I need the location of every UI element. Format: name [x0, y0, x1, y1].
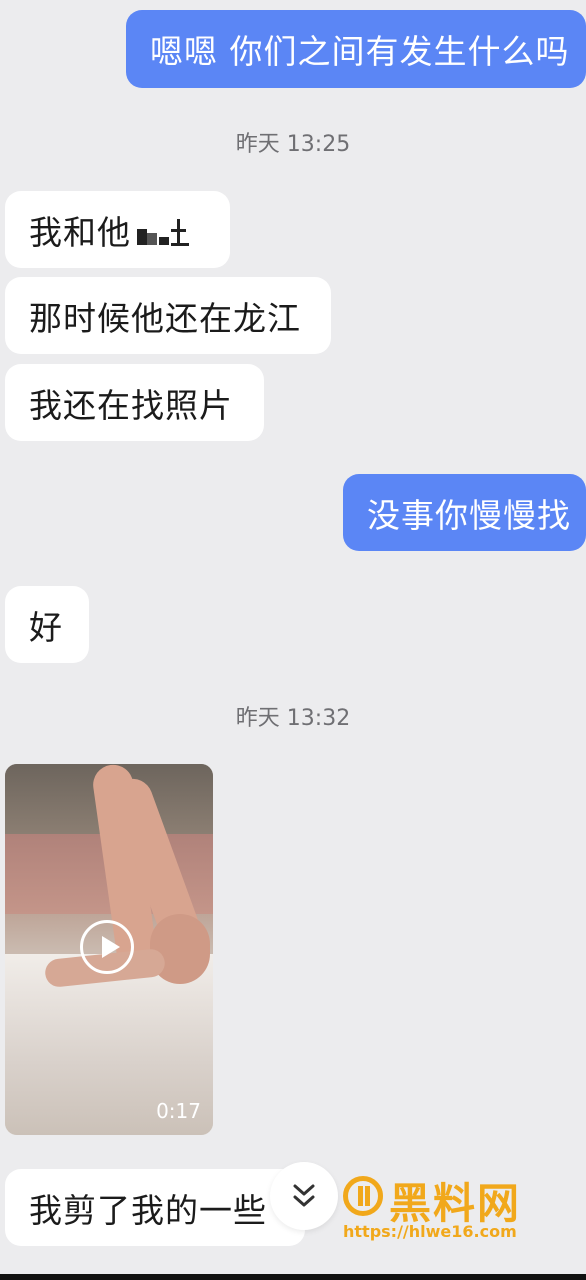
- redaction-mark: [133, 213, 193, 247]
- message-text: 那时候他还在龙江: [29, 298, 301, 338]
- message-incoming[interactable]: 我和他: [5, 191, 230, 268]
- message-incoming[interactable]: 那时候他还在龙江: [5, 277, 331, 354]
- message-incoming[interactable]: 我还在找照片: [5, 364, 264, 441]
- message-text: 好: [29, 607, 63, 647]
- chat-screen: 嗯嗯 你们之间有发生什么吗 昨天 13:25 我和他 那时候他还在龙江 我还在找…: [0, 0, 586, 1280]
- timestamp: 昨天 13:25: [235, 132, 351, 157]
- watermark-logo-icon: [343, 1176, 383, 1216]
- scroll-to-bottom-button[interactable]: [270, 1162, 338, 1230]
- message-text: 我和他: [29, 212, 131, 252]
- watermark: 黑料网 https://hlwe16.com: [343, 1170, 553, 1250]
- message-text: 没事你慢慢找: [367, 495, 571, 535]
- message-outgoing[interactable]: 没事你慢慢找: [343, 474, 586, 551]
- message-outgoing[interactable]: 嗯嗯 你们之间有发生什么吗: [126, 10, 586, 88]
- video-duration: 0:17: [156, 1099, 201, 1123]
- message-incoming[interactable]: 好: [5, 586, 89, 663]
- message-incoming[interactable]: 我剪了我的一些: [5, 1169, 305, 1246]
- timestamp: 昨天 13:32: [235, 706, 351, 731]
- message-text: 我还在找照片: [29, 385, 233, 425]
- video-message[interactable]: 0:17: [5, 764, 213, 1135]
- message-text: 我剪了我的一些: [29, 1190, 267, 1230]
- watermark-url: https://hlwe16.com: [343, 1222, 517, 1241]
- double-chevron-down-icon: [293, 1184, 315, 1207]
- screen-bottom-edge: [0, 1274, 586, 1280]
- message-text: 嗯嗯 你们之间有发生什么吗: [150, 32, 570, 71]
- play-icon[interactable]: [80, 920, 134, 974]
